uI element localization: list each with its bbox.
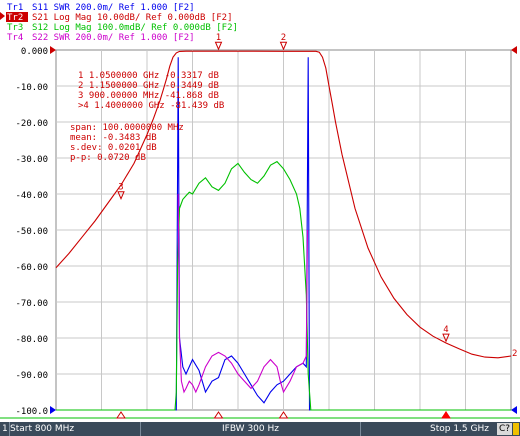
marker-label: 3 (118, 183, 123, 193)
y-tick-label: -70.00 (15, 299, 48, 309)
status-bar: 1 Start 800 MHz IFBW 300 Hz Stop 1.5 GHz… (0, 422, 520, 436)
y-tick-label: -10.00 (15, 83, 48, 93)
y-tick-label: -40.00 (15, 191, 48, 201)
active-marker-icon (442, 411, 450, 418)
channel-indicator[interactable]: C? (496, 423, 512, 435)
y-tick-label: -50.00 (15, 227, 48, 237)
trace-header-text: S11 SWR 200.0m/ Ref 1.000 [F2] (32, 3, 195, 13)
marker-table-row: >4 1.4000000 GHz -81.439 dB (78, 101, 224, 111)
marker-table-row: 1 1.0500000 GHz -0.3317 dB (78, 71, 219, 81)
stats-row: p-p: 0.0720 dB (70, 153, 146, 163)
marker-triangle-icon (214, 41, 223, 51)
vna-screen: Tr1 S11 SWR 200.0m/ Ref 1.000 [F2] Tr2 S21 … (0, 0, 520, 436)
trace-id-label: Tr3 (7, 23, 23, 33)
trace-header-text: S21 Log Mag 10.00dB/ Ref 0.000dB [F2] (32, 13, 232, 23)
bottom-marker-icon (278, 411, 289, 419)
trace-id-label: Tr2 (7, 13, 23, 23)
header-lines: Tr1 S11 SWR 200.0m/ Ref 1.000 [F2] Tr2 S21 … (0, 3, 238, 43)
stats-row: span: 100.0000000 MHz (70, 123, 184, 133)
stop-frequency[interactable]: Stop 1.5 GHz (430, 423, 489, 435)
chart-svg: Tr1 S11 SWR 200.0m/ Ref 1.000 [F2] Tr2 S21 … (0, 3, 520, 419)
marker-label: 2 (281, 33, 286, 43)
stats-row: s.dev: 0.0201 dB (70, 143, 157, 153)
status-flag-icon (513, 423, 519, 435)
trace-id-label: Tr4 (7, 33, 23, 43)
y-tick-label: -100.0 (15, 407, 48, 417)
y-tick-label: 0.000 (21, 47, 48, 57)
y-tick-label: -80.00 (15, 335, 48, 345)
marker-table-row: 2 1.1500000 GHz -0.3449 dB (78, 81, 219, 91)
marker-table: 1 1.0500000 GHz -0.3317 dB 2 1.1500000 G… (78, 71, 224, 111)
status-divider (140, 422, 141, 436)
y-tick-label: -30.00 (15, 155, 48, 165)
ref-level-bottom-right-icon (511, 406, 517, 414)
marker-triangle-icon (117, 191, 125, 200)
bottom-marker-icon (213, 411, 224, 419)
trace-end-label: 2 (512, 349, 517, 359)
trace-header-text: S22 SWR 200.0m/ Ref 1.000 [F2] (32, 33, 195, 43)
series-line-s22 (177, 193, 309, 394)
y-tick-label: -20.00 (15, 119, 48, 129)
marker-label: 4 (443, 325, 448, 335)
stats-table: span: 100.0000000 MHz mean: -0.3483 dB s… (70, 123, 184, 163)
y-tick-label: -90.00 (15, 371, 48, 381)
y-tick-labels: 0.000 -10.00 -20.00 -30.00 -40.00 -50.00 -60.0… (15, 47, 48, 417)
channel-number[interactable]: 1 (2, 423, 8, 435)
y-tick-label: -60.00 (15, 263, 48, 273)
ref-level-left-icon (50, 46, 56, 54)
trace-id-label: Tr1 (7, 3, 23, 13)
ref-level-right-icon (511, 46, 517, 54)
stats-row: mean: -0.3483 dB (70, 133, 157, 143)
ref-level-bottom-left-icon (50, 406, 56, 414)
marker-label: 1 (216, 33, 221, 43)
bottom-marker-icon (116, 411, 126, 419)
active-trace-arrow-icon (0, 12, 5, 20)
marker-triangle-icon (279, 41, 288, 51)
status-divider (360, 422, 361, 436)
start-frequency[interactable]: Start 800 MHz (10, 423, 74, 435)
trace-header-text: S12 Log Mag 100.0mdB/ Ref 0.000dB [F2] (32, 23, 238, 33)
marker-table-row: 3 900.00000 MHz -41.868 dB (78, 91, 219, 101)
ifbw-setting[interactable]: IFBW 300 Hz (222, 423, 279, 435)
